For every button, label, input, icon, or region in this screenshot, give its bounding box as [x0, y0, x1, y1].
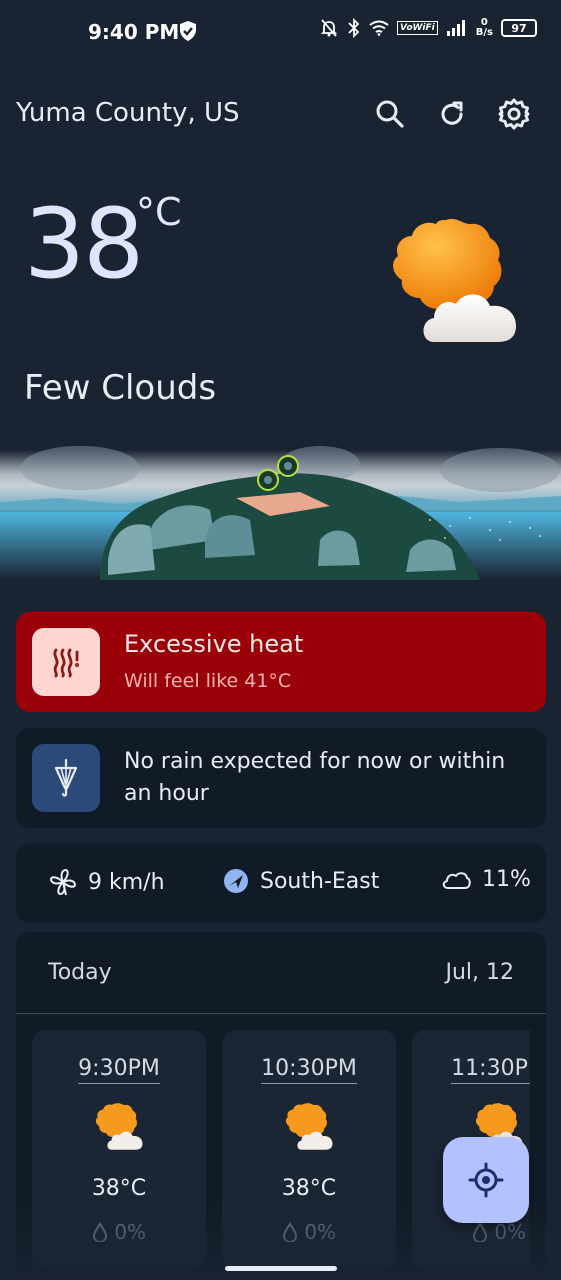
top-bar: Yuma County, US — [0, 90, 561, 140]
compass-arrow-icon — [224, 869, 248, 893]
wind-speed: 9 km/h — [48, 867, 165, 897]
temperature-unit: °C — [136, 190, 182, 234]
hour-temperature: 38°C — [281, 1176, 337, 1201]
heat-alert-subtitle: Will feel like 41°C — [124, 670, 292, 692]
locate-button[interactable] — [443, 1137, 529, 1223]
shield-icon — [178, 20, 198, 46]
hour-time: 10:30PM — [261, 1056, 357, 1084]
mute-bell-icon — [320, 19, 338, 37]
today-label: Today — [48, 960, 112, 985]
today-date: Jul, 12 — [445, 960, 514, 985]
settings-button[interactable] — [496, 96, 532, 132]
search-icon — [376, 100, 404, 128]
heat-waves-icon — [53, 648, 79, 678]
hour-temperature: 38°C — [91, 1176, 147, 1201]
wind-direction: South-East — [222, 867, 379, 895]
hour-time: 9:30PM — [78, 1056, 160, 1084]
status-icons: VoWiFi 0 B/s 97 — [319, 18, 537, 38]
sun-cloud-icon — [92, 1102, 146, 1156]
wind-speed-value: 9 km/h — [88, 869, 165, 895]
sun-cloud-icon — [384, 216, 524, 352]
rain-alert-card[interactable]: No rain expected for now or within an ho… — [16, 728, 546, 828]
cloud-icon — [442, 871, 471, 889]
wind-card: 9 km/h South-East 11% — [16, 843, 546, 923]
settings-icon — [498, 98, 530, 130]
cloud-cover: 11% — [440, 867, 531, 892]
rain-alert-text: No rain expected for now or within an ho… — [124, 749, 506, 806]
refresh-icon — [441, 101, 463, 125]
divider — [16, 1013, 546, 1014]
rain-alert-icon-box — [32, 744, 100, 812]
search-button[interactable] — [372, 96, 408, 132]
signal-icon — [446, 20, 465, 36]
heat-alert-card[interactable]: Excessive heat Will feel like 41°C — [16, 612, 546, 712]
wifi-icon — [369, 20, 389, 36]
location-title[interactable]: Yuma County, US — [16, 98, 240, 128]
bluetooth-icon — [348, 18, 360, 38]
heat-alert-title: Excessive heat — [124, 630, 304, 658]
status-time: 9:40 PM — [88, 20, 180, 44]
sun-cloud-icon — [282, 1102, 336, 1156]
battery-indicator: 97 — [501, 19, 537, 37]
closed-umbrella-icon — [54, 758, 78, 797]
status-bar: 9:40 PM VoWiFi 0 B/s 97 — [0, 0, 561, 64]
landscape-illustration — [0, 440, 561, 580]
heat-alert-icon-box — [32, 628, 100, 696]
refresh-button[interactable] — [434, 96, 470, 132]
hour-time: 11:30PM — [451, 1056, 530, 1084]
current-temperature: 38 — [24, 188, 144, 300]
locate-icon — [468, 1162, 504, 1198]
cloud-cover-value: 11% — [482, 867, 531, 892]
weather-condition: Few Clouds — [24, 368, 217, 408]
vowifi-badge: VoWiFi — [397, 21, 438, 35]
wind-direction-value: South-East — [260, 868, 380, 894]
net-speed: 0 B/s — [475, 17, 493, 38]
home-indicator[interactable] — [225, 1266, 337, 1271]
wind-fan-icon — [50, 869, 76, 896]
